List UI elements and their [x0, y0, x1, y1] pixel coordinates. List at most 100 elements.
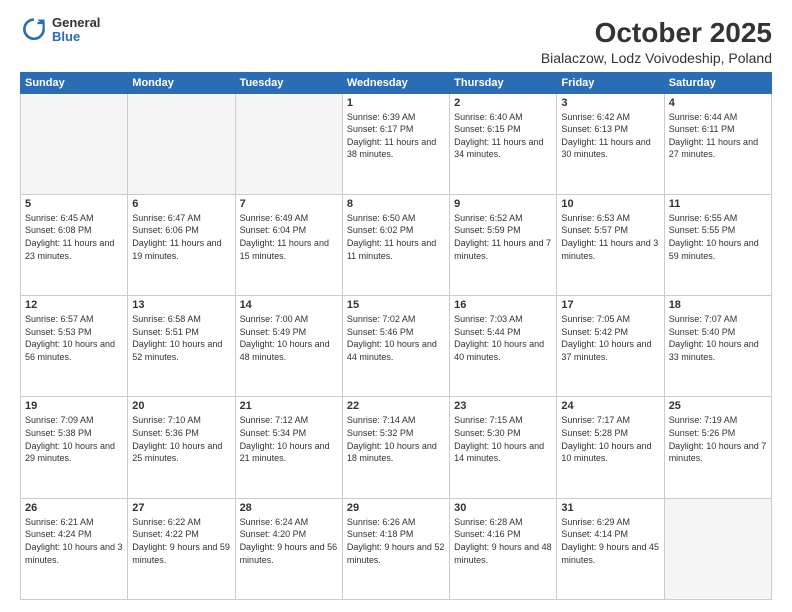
day-number: 17 [561, 299, 659, 311]
day-number: 5 [25, 198, 123, 210]
day-info: Sunrise: 6:39 AM Sunset: 6:17 PM Dayligh… [347, 111, 445, 161]
table-row [235, 93, 342, 194]
day-number: 31 [561, 502, 659, 514]
col-friday: Friday [557, 72, 664, 93]
day-number: 1 [347, 97, 445, 109]
table-row: 25Sunrise: 7:19 AM Sunset: 5:26 PM Dayli… [664, 397, 771, 498]
table-row: 12 Sunrise: 6:57 AM Sunset: 5:53 PM Dayli… [21, 296, 128, 397]
day-info: Sunrise: 7:15 AM Sunset: 5:30 PM Dayligh… [454, 414, 552, 464]
calendar-table: Sunday Monday Tuesday Wednesday Thursday… [20, 72, 772, 600]
day-number: 8 [347, 198, 445, 210]
calendar-week-row: 5 Sunrise: 6:45 AM Sunset: 6:08 PM Daylig… [21, 194, 772, 295]
table-row: 2 Sunrise: 6:40 AM Sunset: 6:15 PM Daylig… [450, 93, 557, 194]
day-info: Sunrise: 6:53 AM Sunset: 5:57 PM Dayligh… [561, 212, 659, 262]
col-wednesday: Wednesday [342, 72, 449, 93]
col-thursday: Thursday [450, 72, 557, 93]
main-title: October 2025 [541, 16, 772, 50]
day-number: 23 [454, 400, 552, 412]
table-row: 6Sunrise: 6:47 AM Sunset: 6:06 PM Daylig… [128, 194, 235, 295]
day-number: 20 [132, 400, 230, 412]
day-number: 12 [25, 299, 123, 311]
day-info: Sunrise: 7:10 AM Sunset: 5:36 PM Dayligh… [132, 414, 230, 464]
table-row: 8 Sunrise: 6:50 AM Sunset: 6:02 PM Daylig… [342, 194, 449, 295]
day-info: Sunrise: 6:24 AM Sunset: 4:20 PM Dayligh… [240, 516, 338, 566]
day-info: Sunrise: 7:00 AM Sunset: 5:49 PM Dayligh… [240, 313, 338, 363]
calendar-week-row: 19Sunrise: 7:09 AM Sunset: 5:38 PM Dayli… [21, 397, 772, 498]
table-row: 16Sunrise: 7:03 AM Sunset: 5:44 PM Dayli… [450, 296, 557, 397]
day-info: Sunrise: 7:05 AM Sunset: 5:42 PM Dayligh… [561, 313, 659, 363]
day-info: Sunrise: 6:50 AM Sunset: 6:02 PM Dayligh… [347, 212, 445, 262]
day-info: Sunrise: 6:49 AM Sunset: 6:04 PM Dayligh… [240, 212, 338, 262]
table-row: 23 Sunrise: 7:15 AM Sunset: 5:30 PM Dayli… [450, 397, 557, 498]
table-row: 30 Sunrise: 6:28 AM Sunset: 4:16 PM Dayli… [450, 498, 557, 599]
day-info: Sunrise: 6:57 AM Sunset: 5:53 PM Dayligh… [25, 313, 123, 363]
table-row: 13 Sunrise: 6:58 AM Sunset: 5:51 PM Dayli… [128, 296, 235, 397]
day-info: Sunrise: 6:21 AM Sunset: 4:24 PM Dayligh… [25, 516, 123, 566]
day-number: 11 [669, 198, 767, 210]
day-info: Sunrise: 7:09 AM Sunset: 5:38 PM Dayligh… [25, 414, 123, 464]
logo-text: General Blue [52, 16, 100, 45]
day-info: Sunrise: 6:29 AM Sunset: 4:14 PM Dayligh… [561, 516, 659, 566]
table-row: 7 Sunrise: 6:49 AM Sunset: 6:04 PM Daylig… [235, 194, 342, 295]
table-row: 22 Sunrise: 7:14 AM Sunset: 5:32 PM Dayli… [342, 397, 449, 498]
day-number: 18 [669, 299, 767, 311]
day-number: 29 [347, 502, 445, 514]
table-row: 14 Sunrise: 7:00 AM Sunset: 5:49 PM Dayli… [235, 296, 342, 397]
header: General Blue October 2025 Bialaczow, Lod… [20, 16, 772, 66]
day-number: 22 [347, 400, 445, 412]
calendar-header-row: Sunday Monday Tuesday Wednesday Thursday… [21, 72, 772, 93]
table-row: 10Sunrise: 6:53 AM Sunset: 5:57 PM Dayli… [557, 194, 664, 295]
title-block: October 2025 Bialaczow, Lodz Voivodeship… [541, 16, 772, 66]
table-row: 11 Sunrise: 6:55 AM Sunset: 5:55 PM Dayli… [664, 194, 771, 295]
logo: General Blue [20, 16, 100, 45]
table-row [21, 93, 128, 194]
day-number: 21 [240, 400, 338, 412]
page: General Blue October 2025 Bialaczow, Lod… [0, 0, 792, 612]
day-info: Sunrise: 6:45 AM Sunset: 6:08 PM Dayligh… [25, 212, 123, 262]
day-info: Sunrise: 7:02 AM Sunset: 5:46 PM Dayligh… [347, 313, 445, 363]
table-row: 31 Sunrise: 6:29 AM Sunset: 4:14 PM Dayli… [557, 498, 664, 599]
day-info: Sunrise: 7:17 AM Sunset: 5:28 PM Dayligh… [561, 414, 659, 464]
calendar-week-row: 26Sunrise: 6:21 AM Sunset: 4:24 PM Dayli… [21, 498, 772, 599]
day-number: 2 [454, 97, 552, 109]
table-row: 9 Sunrise: 6:52 AM Sunset: 5:59 PM Daylig… [450, 194, 557, 295]
table-row: 20 Sunrise: 7:10 AM Sunset: 5:36 PM Dayli… [128, 397, 235, 498]
day-info: Sunrise: 6:52 AM Sunset: 5:59 PM Dayligh… [454, 212, 552, 262]
day-number: 15 [347, 299, 445, 311]
col-sunday: Sunday [21, 72, 128, 93]
day-number: 9 [454, 198, 552, 210]
col-tuesday: Tuesday [235, 72, 342, 93]
table-row: 18 Sunrise: 7:07 AM Sunset: 5:40 PM Dayli… [664, 296, 771, 397]
day-info: Sunrise: 7:03 AM Sunset: 5:44 PM Dayligh… [454, 313, 552, 363]
table-row: 15 Sunrise: 7:02 AM Sunset: 5:46 PM Dayli… [342, 296, 449, 397]
day-info: Sunrise: 6:55 AM Sunset: 5:55 PM Dayligh… [669, 212, 767, 262]
day-number: 30 [454, 502, 552, 514]
table-row: 27 Sunrise: 6:22 AM Sunset: 4:22 PM Dayli… [128, 498, 235, 599]
table-row: 21Sunrise: 7:12 AM Sunset: 5:34 PM Dayli… [235, 397, 342, 498]
day-number: 13 [132, 299, 230, 311]
table-row: 4 Sunrise: 6:44 AM Sunset: 6:11 PM Daylig… [664, 93, 771, 194]
logo-blue-text: Blue [52, 30, 100, 44]
table-row: 28Sunrise: 6:24 AM Sunset: 4:20 PM Dayli… [235, 498, 342, 599]
day-info: Sunrise: 6:22 AM Sunset: 4:22 PM Dayligh… [132, 516, 230, 566]
logo-general-text: General [52, 16, 100, 30]
day-number: 7 [240, 198, 338, 210]
table-row: 29 Sunrise: 6:26 AM Sunset: 4:18 PM Dayli… [342, 498, 449, 599]
calendar-week-row: 12 Sunrise: 6:57 AM Sunset: 5:53 PM Dayli… [21, 296, 772, 397]
col-monday: Monday [128, 72, 235, 93]
day-number: 24 [561, 400, 659, 412]
col-saturday: Saturday [664, 72, 771, 93]
day-number: 14 [240, 299, 338, 311]
day-info: Sunrise: 7:07 AM Sunset: 5:40 PM Dayligh… [669, 313, 767, 363]
day-info: Sunrise: 6:58 AM Sunset: 5:51 PM Dayligh… [132, 313, 230, 363]
table-row: 1 Sunrise: 6:39 AM Sunset: 6:17 PM Daylig… [342, 93, 449, 194]
day-info: Sunrise: 6:28 AM Sunset: 4:16 PM Dayligh… [454, 516, 552, 566]
day-info: Sunrise: 6:44 AM Sunset: 6:11 PM Dayligh… [669, 111, 767, 161]
day-number: 4 [669, 97, 767, 109]
day-info: Sunrise: 6:26 AM Sunset: 4:18 PM Dayligh… [347, 516, 445, 566]
day-info: Sunrise: 6:40 AM Sunset: 6:15 PM Dayligh… [454, 111, 552, 161]
day-info: Sunrise: 7:19 AM Sunset: 5:26 PM Dayligh… [669, 414, 767, 464]
day-number: 27 [132, 502, 230, 514]
subtitle: Bialaczow, Lodz Voivodeship, Poland [541, 50, 772, 66]
day-info: Sunrise: 7:14 AM Sunset: 5:32 PM Dayligh… [347, 414, 445, 464]
